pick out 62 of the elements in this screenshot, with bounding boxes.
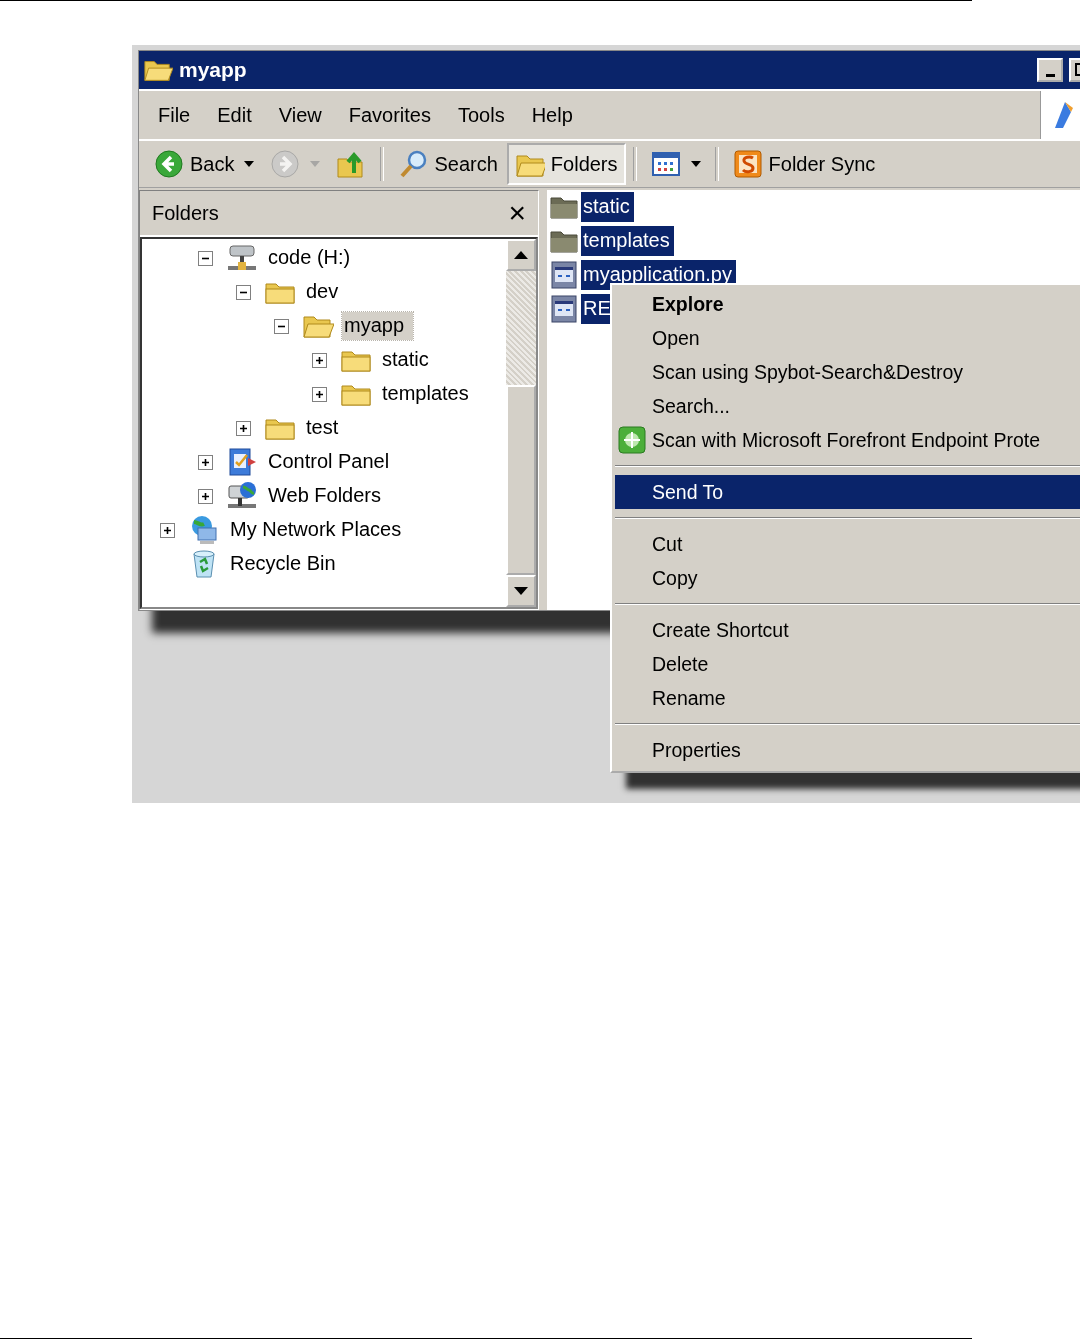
menu-item[interactable]: Rename xyxy=(615,681,1080,715)
expand-toggle[interactable] xyxy=(198,488,213,504)
toolbar-button[interactable]: Folders xyxy=(506,143,626,185)
search-icon xyxy=(398,149,429,179)
tree-item[interactable]: dev xyxy=(304,278,348,306)
caret-icon xyxy=(310,161,321,167)
tree-item[interactable]: Control Panel xyxy=(266,448,399,476)
menu-item[interactable]: Copy xyxy=(615,561,1080,595)
close-button[interactable]: × xyxy=(508,198,526,228)
sync-icon xyxy=(732,149,763,179)
flag-logo-icon xyxy=(1053,100,1073,130)
shield-icon xyxy=(618,426,646,454)
python-file-icon xyxy=(549,260,579,290)
expand-toggle[interactable] xyxy=(160,522,175,538)
python-file-icon xyxy=(549,294,579,324)
expand-toggle[interactable] xyxy=(312,352,327,368)
menu-item[interactable]: Open xyxy=(615,321,1080,355)
collapse-toggle[interactable] xyxy=(198,250,213,266)
expand-toggle[interactable] xyxy=(312,386,327,402)
tree-item[interactable]: test xyxy=(304,414,348,442)
menu-item[interactable]: Scan with Microsoft Forefront Endpoint Prote xyxy=(615,423,1080,457)
menu-item[interactable]: Edit xyxy=(206,103,268,127)
menu-item[interactable]: Create Shortcut xyxy=(615,613,1080,647)
minimize-icon xyxy=(1045,73,1055,77)
tree-item[interactable]: static xyxy=(380,346,438,374)
tree-item[interactable]: Web Folders xyxy=(266,482,390,510)
menu-item[interactable]: Explore xyxy=(615,287,1080,321)
scroll-down-icon xyxy=(514,587,528,595)
caret-icon xyxy=(690,161,701,167)
expand-toggle[interactable] xyxy=(198,454,213,470)
menu-item[interactable]: Search... xyxy=(615,389,1080,423)
menu-item[interactable]: Send To xyxy=(615,475,1080,509)
tree-item[interactable]: Recycle Bin xyxy=(228,550,345,578)
caret-icon xyxy=(244,161,255,167)
toolbar-button[interactable]: Folder Sync xyxy=(725,143,883,185)
toolbar-button[interactable]: Search xyxy=(391,143,505,185)
collapse-toggle[interactable] xyxy=(274,318,289,334)
file-name[interactable]: templates xyxy=(581,226,674,256)
toolbar-button[interactable]: Back xyxy=(147,143,262,185)
menu-item[interactable]: Cut xyxy=(615,527,1080,561)
menu-item[interactable]: Tools xyxy=(446,103,521,127)
menu-item[interactable]: Properties xyxy=(615,733,1080,767)
scrollbar[interactable] xyxy=(506,239,536,607)
window-title: myapp xyxy=(179,58,247,82)
pane-title: Folders xyxy=(152,201,219,225)
menu-item[interactable]: Delete xyxy=(615,647,1080,681)
control-panel-icon xyxy=(226,446,258,478)
menu-item[interactable]: Scan using Spybot-Search&Destroy xyxy=(615,355,1080,389)
collapse-toggle[interactable] xyxy=(236,284,251,300)
expand-toggle[interactable] xyxy=(236,420,251,436)
menu-item[interactable]: Help xyxy=(520,103,589,127)
menu-item[interactable]: File xyxy=(147,103,207,127)
file-name[interactable]: static xyxy=(581,192,634,222)
menu-item[interactable]: View xyxy=(267,103,338,127)
scroll-up-icon xyxy=(514,251,528,259)
tree-item[interactable]: My Network Places xyxy=(228,516,411,544)
tree-item[interactable]: templates xyxy=(380,380,478,408)
tree-item[interactable]: myapp xyxy=(342,312,414,340)
minimize-button[interactable] xyxy=(1037,58,1063,82)
tree-item[interactable]: code (H:) xyxy=(266,244,360,272)
menu-item[interactable]: Favorites xyxy=(337,103,447,127)
views-icon xyxy=(650,149,681,179)
